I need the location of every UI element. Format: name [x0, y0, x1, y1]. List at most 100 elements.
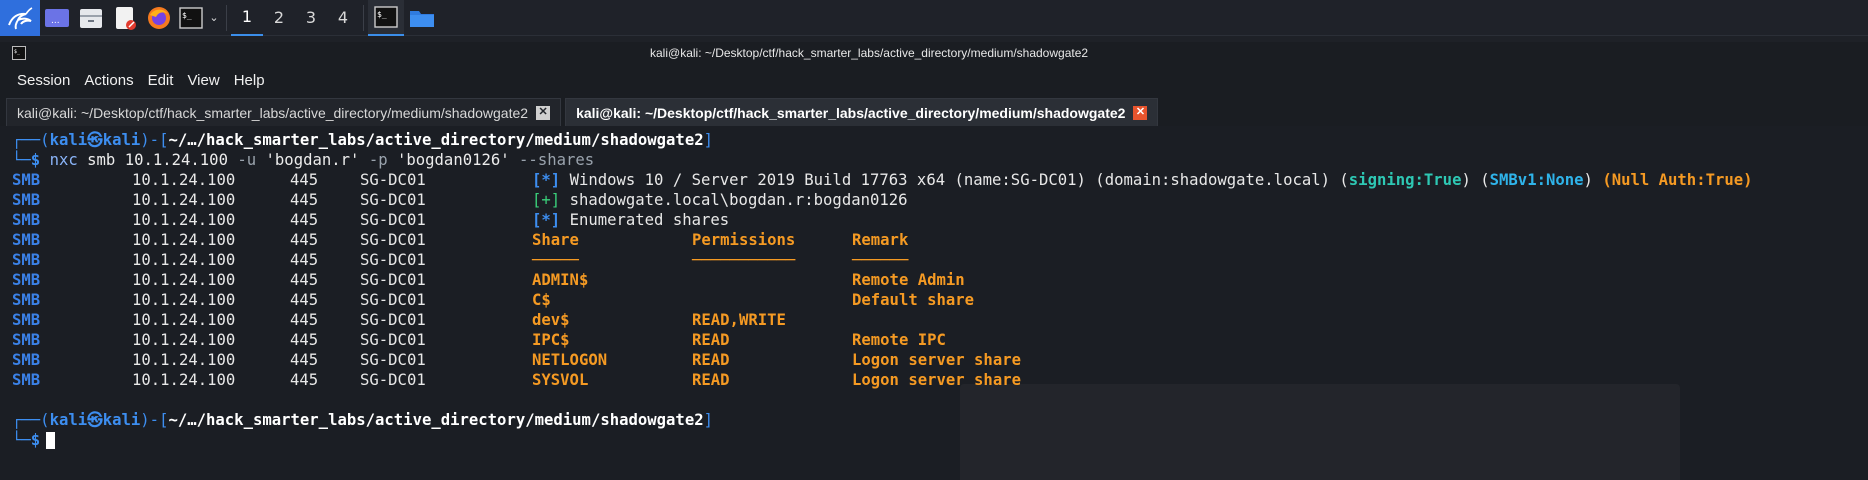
- header-underline-share: ─────: [532, 251, 579, 269]
- row-port: 445: [290, 251, 319, 269]
- null-auth-flag: (Null Auth:True): [1602, 171, 1753, 189]
- row-host: SG-DC01: [360, 331, 426, 349]
- enum-tag: [*]: [532, 211, 561, 229]
- share-name: dev$: [532, 311, 570, 329]
- svg-text:$_: $_: [182, 11, 192, 20]
- col-header-remark: Remark: [852, 231, 909, 249]
- row-proto: SMB: [12, 251, 41, 269]
- firefox-launcher[interactable]: [142, 0, 176, 36]
- command-line: └─$ nxc smb 10.1.24.100 -u 'bogdan.r' -p…: [12, 150, 713, 170]
- prompt-dollar: $: [30, 431, 41, 449]
- header-underline-permissions: ───────────: [692, 251, 796, 269]
- row-ip: 10.1.24.100: [132, 371, 236, 389]
- output-row: SMB 10.1.24.100 445 SG-DC01 [*] Enumerated s…: [12, 210, 729, 230]
- row-proto: SMB: [12, 311, 41, 329]
- header-underline-remark: ──────: [852, 251, 909, 269]
- text-cursor: [46, 432, 56, 449]
- svg-text:$_: $_: [377, 10, 387, 19]
- row-ip: 10.1.24.100: [132, 291, 236, 309]
- info-os: Windows 10 / Server 2019 Build 17763 x64…: [569, 171, 1349, 189]
- signing-flag: signing:True: [1348, 171, 1462, 189]
- prompt-mid: )-[: [140, 411, 169, 429]
- tab-terminal-2[interactable]: kali@kali: ~/Desktop/ctf/hack_smarter_la…: [565, 98, 1159, 126]
- prompt-at: ㉿: [87, 131, 103, 149]
- workspace-1[interactable]: 1: [231, 0, 263, 36]
- output-rows: SMB 10.1.24.100 445 SG-DC01 [*] Windows 10 /…: [12, 170, 1753, 390]
- workspace-2[interactable]: 2: [263, 0, 295, 36]
- launcher-dropdown[interactable]: ⌄: [206, 0, 222, 36]
- window-titlebar[interactable]: $_ kali@kali: ~/Desktop/ctf/hack_smarter…: [0, 42, 1868, 66]
- terminal-output[interactable]: ┌──(kali㉿kali)-[~/…/hack_smarter_labs/ac…: [0, 126, 1868, 480]
- prompt-line: ┌──(kali㉿kali)-[~/…/hack_smarter_labs/ac…: [12, 410, 713, 430]
- prompt-path: ~/…/hack_smarter_labs/active_directory/m…: [168, 131, 704, 149]
- share-permissions: READ: [692, 351, 730, 369]
- workspace-4[interactable]: 4: [327, 0, 359, 36]
- prompt-at: ㉿: [87, 411, 103, 429]
- taskbar-terminal-window[interactable]: $_: [368, 0, 404, 36]
- row-port: 445: [290, 351, 319, 369]
- prompt-host: kali: [102, 131, 141, 149]
- terminal-launcher[interactable]: $_: [176, 0, 206, 36]
- close-icon[interactable]: ✕: [1133, 105, 1148, 120]
- output-row: SMB 10.1.24.100 445 SG-DC01 [*] Windows 10 /…: [12, 170, 1753, 190]
- cmd-ip: 10.1.24.100: [124, 151, 228, 169]
- folder-icon: [410, 10, 434, 27]
- terminal-icon: $_: [374, 5, 398, 28]
- output-row: SMB 10.1.24.100 445 SG-DC01 ───── ───────────…: [12, 250, 908, 270]
- show-desktop-button[interactable]: ...: [40, 0, 74, 36]
- share-name: NETLOGON: [532, 351, 608, 369]
- workspace-3[interactable]: 3: [295, 0, 327, 36]
- cmd-proto: smb: [87, 151, 116, 169]
- prompt-dollar: $: [30, 151, 41, 169]
- prompt-mid: )-[: [140, 131, 169, 149]
- output-row: SMB 10.1.24.100 445 SG-DC01 ADMIN$ Remote Adm…: [12, 270, 965, 290]
- row-ip: 10.1.24.100: [132, 351, 236, 369]
- row-proto: SMB: [12, 271, 41, 289]
- file-manager-launcher[interactable]: [74, 0, 108, 36]
- kali-menu-button[interactable]: [0, 0, 40, 36]
- input-line[interactable]: └─$: [12, 430, 713, 450]
- share-name: IPC$: [532, 331, 570, 349]
- menu-actions[interactable]: Actions: [84, 72, 133, 89]
- row-port: 445: [290, 171, 319, 189]
- output-row: SMB 10.1.24.100 445 SG-DC01 SYSVOL READ Logon …: [12, 370, 1021, 390]
- row-message: [+] shadowgate.local\bogdan.r:bogdan0126: [532, 190, 908, 210]
- share-remark: Remote Admin: [852, 271, 965, 289]
- row-proto: SMB: [12, 171, 41, 189]
- info-after: ): [1583, 171, 1593, 189]
- row-port: 445: [290, 311, 319, 329]
- kali-dragon-icon: [8, 6, 33, 29]
- row-message: [*] Enumerated shares: [532, 210, 729, 230]
- row-ip: 10.1.24.100: [132, 191, 236, 209]
- tab-bar: kali@kali: ~/Desktop/ctf/hack_smarter_la…: [0, 94, 1868, 126]
- prompt-corner: └─: [12, 431, 31, 449]
- menu-edit[interactable]: Edit: [148, 72, 174, 89]
- close-icon[interactable]: ✕: [536, 105, 551, 120]
- row-ip: 10.1.24.100: [132, 331, 236, 349]
- prompt-user: kali: [49, 131, 88, 149]
- menu-help[interactable]: Help: [234, 72, 265, 89]
- row-port: 445: [290, 231, 319, 249]
- row-port: 445: [290, 191, 319, 209]
- info-between: ) (: [1461, 171, 1490, 189]
- prompt-host: kali: [102, 411, 141, 429]
- output-row: SMB 10.1.24.100 445 SG-DC01 dev$ READ,WRITE: [12, 310, 786, 330]
- file-cabinet-icon: [80, 8, 102, 28]
- taskbar-folder-window[interactable]: [404, 0, 440, 36]
- menu-session[interactable]: Session: [17, 72, 70, 89]
- output-row: SMB 10.1.24.100 445 SG-DC01 Share Permissions…: [12, 230, 908, 250]
- row-proto: SMB: [12, 211, 41, 229]
- prompt-close: ]: [703, 131, 713, 149]
- row-host: SG-DC01: [360, 351, 426, 369]
- panel-separator: [363, 4, 364, 31]
- share-name: C$: [532, 291, 551, 309]
- cmd-bin: nxc: [49, 151, 78, 169]
- terminal-lines: ┌──(kali㉿kali)-[~/…/hack_smarter_labs/ac…: [12, 130, 1753, 450]
- cmd-p-val: 'bogdan0126': [396, 151, 510, 169]
- tab-terminal-1[interactable]: kali@kali: ~/Desktop/ctf/hack_smarter_la…: [6, 98, 562, 126]
- info-tag: [*]: [532, 171, 561, 189]
- menu-view[interactable]: View: [187, 72, 219, 89]
- cmd-u-flag: -u: [237, 151, 257, 169]
- text-editor-launcher[interactable]: [108, 0, 142, 36]
- row-host: SG-DC01: [360, 371, 426, 389]
